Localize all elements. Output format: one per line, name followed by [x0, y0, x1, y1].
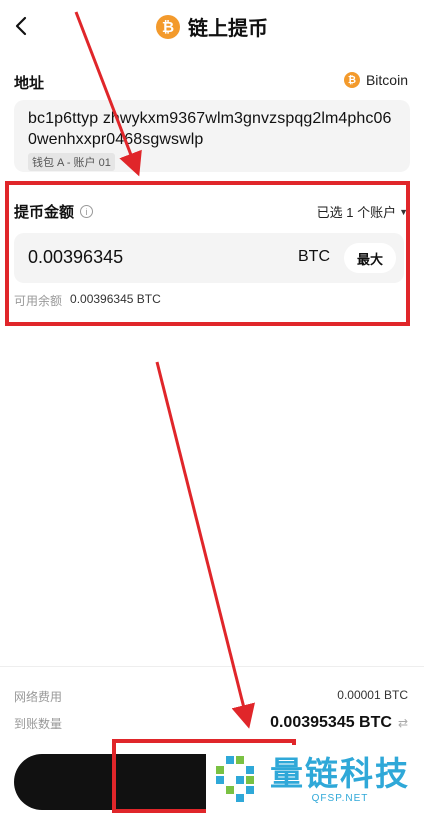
account-select-label: 已选 1 个账户	[316, 205, 397, 220]
caret-down-icon: ▼	[399, 206, 408, 217]
bitcoin-icon: ₿	[156, 14, 180, 39]
address-text: bc1p6ttyp zhwykxm9367wlm3gnvzspqg2lm4phc…	[28, 110, 392, 148]
receive-label: 到账数量	[14, 716, 63, 731]
amount-label: 提币金额	[14, 204, 75, 221]
network-name: Bitcoin	[365, 72, 408, 88]
title-wrap: ₿ 链上提币	[0, 12, 424, 41]
header: ₿ 链上提币	[0, 0, 424, 56]
fee-value: 0.00001 BTC	[337, 688, 408, 702]
watermark-text-wrap: 量链科技 QFSP.NET	[270, 755, 410, 804]
address-field[interactable]: bc1p6ttyp zhwykxm9367wlm3gnvzspqg2lm4phc…	[14, 100, 410, 172]
fee-label: 网络费用	[14, 690, 63, 704]
network-selector[interactable]: ₿ Bitcoin	[343, 72, 408, 88]
available-value: 0.00396345 BTC	[70, 292, 161, 306]
amount-label-wrap: 提币金额 i	[14, 201, 94, 222]
watermark: 量链科技 QFSP.NET	[206, 745, 424, 813]
receive-row: 到账数量 0.00395345 BTC ⇄	[14, 714, 408, 732]
amount-value[interactable]: 0.00396345	[28, 247, 123, 268]
page-title: 链上提币	[188, 18, 268, 40]
info-icon[interactable]: i	[80, 205, 94, 218]
watermark-logo-icon	[216, 756, 254, 802]
account-select[interactable]: 已选 1 个账户 ▼	[317, 202, 408, 221]
divider	[0, 666, 424, 667]
available-balance: 可用余额 0.00396345 BTC	[14, 292, 161, 309]
receive-right: 0.00395345 BTC ⇄	[270, 714, 408, 732]
swap-icon[interactable]: ⇄	[398, 716, 408, 730]
amount-unit: BTC	[298, 248, 330, 265]
bitcoin-small-icon: ₿	[343, 72, 360, 88]
address-label: 地址	[14, 75, 45, 92]
watermark-sub: QFSP.NET	[311, 792, 369, 804]
amount-input[interactable]: 0.00396345 BTC 最大	[14, 233, 404, 283]
wallet-tag: 钱包 A - 账户 01	[28, 153, 115, 171]
watermark-text: 量链科技	[270, 754, 410, 792]
receive-value: 0.00395345 BTC	[270, 714, 392, 731]
available-label: 可用余额	[14, 294, 63, 308]
fee-row: 网络费用 0.00001 BTC	[14, 688, 408, 705]
max-button[interactable]: 最大	[344, 243, 396, 273]
